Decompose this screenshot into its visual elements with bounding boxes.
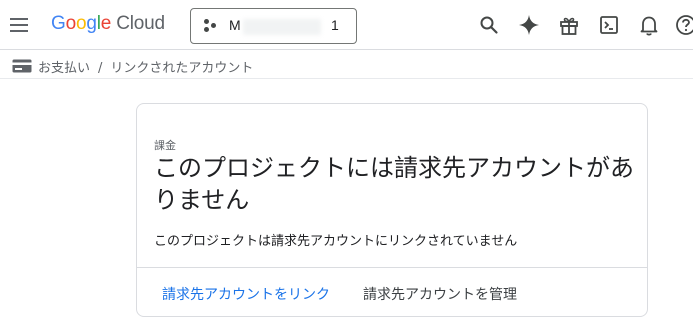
- notifications-icon[interactable]: [637, 13, 661, 37]
- redacted-project-name: [243, 19, 321, 35]
- link-billing-account-button[interactable]: 請求先アカウントをリンク: [162, 284, 330, 304]
- gift-icon[interactable]: [557, 13, 581, 37]
- card-divider: [137, 267, 647, 268]
- cloud-shell-icon[interactable]: [597, 13, 621, 37]
- project-dots-icon: [204, 19, 218, 33]
- logo-cloud-text: Cloud: [116, 13, 165, 34]
- search-icon[interactable]: [477, 13, 501, 37]
- gemini-icon[interactable]: [517, 13, 541, 37]
- project-name-prefix: M: [229, 17, 241, 33]
- billing-card-icon: [12, 58, 32, 73]
- manage-billing-account-button[interactable]: 請求先アカウントを管理: [363, 284, 517, 304]
- breadcrumb-billing[interactable]: お支払い: [38, 61, 90, 76]
- breadcrumb-linked-account: リンクされたアカウント: [110, 61, 254, 76]
- menu-icon[interactable]: [6, 12, 32, 38]
- help-icon[interactable]: [675, 13, 693, 37]
- card-title: このプロジェクトには請求先アカウントがありません: [154, 154, 634, 214]
- top-bar: Google Cloud M 1: [0, 0, 693, 50]
- card-eyebrow: 課金: [154, 139, 176, 152]
- billing-card: 課金 このプロジェクトには請求先アカウントがありません このプロジェクトは請求先…: [136, 103, 648, 317]
- breadcrumb-separator: /: [98, 61, 103, 76]
- project-picker-button[interactable]: M 1: [190, 8, 357, 44]
- breadcrumb: お支払い / リンクされたアカウント: [0, 51, 693, 79]
- card-description: このプロジェクトは請求先アカウントにリンクされていません: [154, 234, 518, 249]
- google-cloud-logo[interactable]: Google Cloud: [51, 13, 165, 35]
- project-name-suffix: 1: [331, 17, 339, 33]
